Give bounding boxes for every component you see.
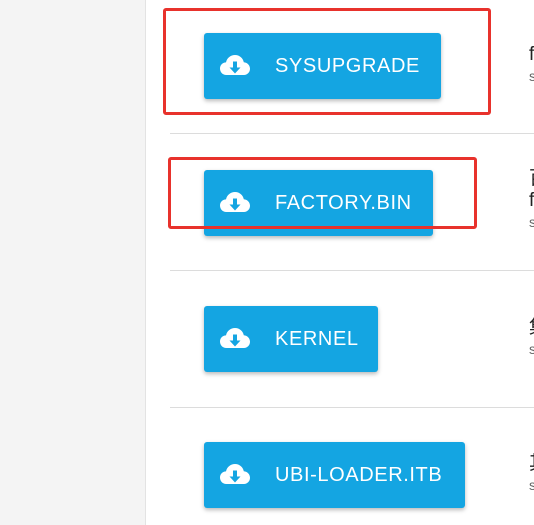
divider (170, 270, 534, 271)
factory-bin-button-label: FACTORY.BIN (275, 191, 412, 214)
sidebar (0, 0, 146, 525)
cloud-download-icon (218, 186, 252, 220)
item-subtitle: s (529, 214, 534, 230)
kernel-button-label: KERNEL (275, 327, 359, 350)
item-subtitle: s (529, 477, 534, 493)
sysupgrade-download-button[interactable]: SYSUPGRADE (204, 33, 441, 99)
item-subtitle: s (529, 341, 534, 357)
item-title: f (529, 44, 534, 65)
factory-bin-download-button[interactable]: FACTORY.BIN (204, 170, 433, 236)
item-title: 其 (529, 453, 534, 475)
item-title-line2: f (529, 190, 534, 211)
divider (170, 133, 534, 134)
kernel-download-button[interactable]: KERNEL (204, 306, 378, 372)
item-description: 百 f s (529, 168, 534, 230)
item-description: 集 s (529, 317, 534, 357)
download-list: SYSUPGRADE f s FACTORY.BIN 百 f s KERNEL (146, 0, 534, 525)
item-description: f s (529, 44, 534, 84)
ubi-loader-itb-button-label: UBI-LOADER.ITB (275, 463, 443, 486)
item-title: 集 (529, 317, 534, 339)
divider (170, 407, 534, 408)
item-description: 其 s (529, 453, 534, 493)
cloud-download-icon (218, 458, 252, 492)
item-title: 百 (529, 168, 534, 190)
cloud-download-icon (218, 322, 252, 356)
ubi-loader-itb-download-button[interactable]: UBI-LOADER.ITB (204, 442, 465, 508)
item-subtitle: s (529, 68, 534, 84)
cloud-download-icon (218, 49, 252, 83)
sysupgrade-button-label: SYSUPGRADE (275, 54, 420, 77)
